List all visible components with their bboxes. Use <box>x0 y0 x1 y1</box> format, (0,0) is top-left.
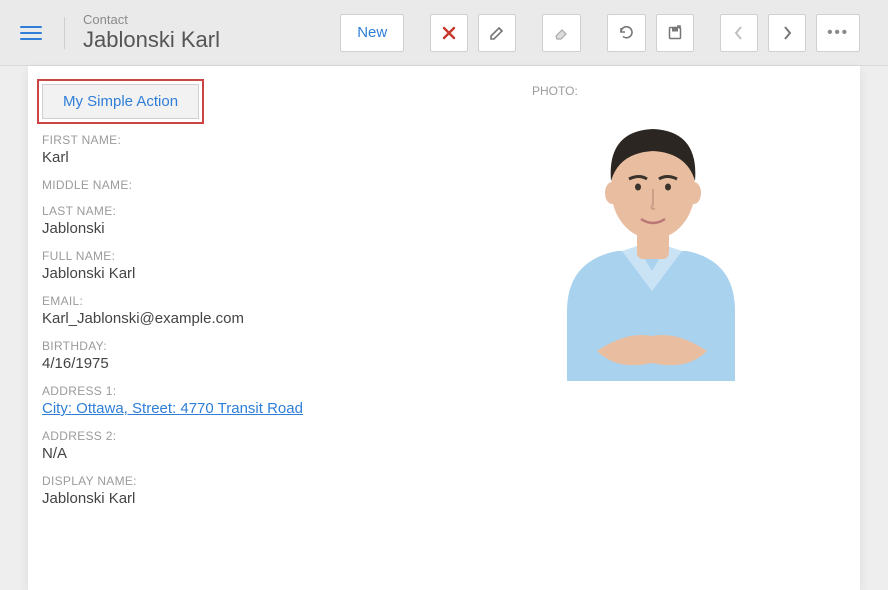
fields-column: My Simple Action FIRST NAME: Karl MIDDLE… <box>42 84 532 519</box>
field-value: Karl <box>42 149 518 166</box>
refresh-button[interactable] <box>607 14 646 52</box>
toolbar: New <box>340 14 860 52</box>
prev-record-button[interactable] <box>720 14 758 52</box>
more-actions-button[interactable]: ••• <box>816 14 860 52</box>
chevron-right-icon <box>780 25 794 41</box>
erase-button[interactable] <box>542 14 581 52</box>
field-label: BIRTHDAY: <box>42 339 518 353</box>
photo-column: PHOTO: <box>532 84 846 519</box>
field-birthday: BIRTHDAY: 4/16/1975 <box>42 339 518 372</box>
field-label: MIDDLE NAME: <box>42 178 518 192</box>
header-toolbar: Contact Jablonski Karl New <box>0 0 888 66</box>
field-value: Jablonski Karl <box>42 490 518 507</box>
field-label: LAST NAME: <box>42 204 518 218</box>
page-title-block: Contact Jablonski Karl <box>83 13 220 51</box>
avatar <box>537 101 767 384</box>
field-display-name: DISPLAY NAME: Jablonski Karl <box>42 474 518 507</box>
field-value: N/A <box>42 445 518 462</box>
eraser-icon <box>553 24 570 41</box>
ellipsis-icon: ••• <box>827 24 849 41</box>
field-full-name: FULL NAME: Jablonski Karl <box>42 249 518 282</box>
field-first-name: FIRST NAME: Karl <box>42 133 518 166</box>
field-label: FULL NAME: <box>42 249 518 263</box>
field-label: DISPLAY NAME: <box>42 474 518 488</box>
field-last-name: LAST NAME: Jablonski <box>42 204 518 237</box>
save-icon <box>667 25 683 41</box>
field-label: FIRST NAME: <box>42 133 518 147</box>
chevron-left-icon <box>732 25 746 41</box>
my-simple-action-button[interactable]: My Simple Action <box>42 84 199 119</box>
photo-label: PHOTO: <box>532 84 846 98</box>
field-value: Jablonski <box>42 220 518 237</box>
pencil-icon <box>489 25 505 41</box>
next-record-button[interactable] <box>768 14 806 52</box>
page-title: Jablonski Karl <box>83 28 220 52</box>
field-label: ADDRESS 1: <box>42 384 518 398</box>
field-email: EMAIL: Karl_Jablonski@example.com <box>42 294 518 327</box>
field-address1: ADDRESS 1: City: Ottawa, Street: 4770 Tr… <box>42 384 518 417</box>
field-label: EMAIL: <box>42 294 518 308</box>
field-value-link[interactable]: City: Ottawa, Street: 4770 Transit Road <box>42 400 518 417</box>
contact-photo <box>532 102 772 382</box>
field-label: ADDRESS 2: <box>42 429 518 443</box>
refresh-icon <box>618 24 635 41</box>
field-value: Karl_Jablonski@example.com <box>42 310 518 327</box>
delete-button[interactable] <box>430 14 468 52</box>
detail-card: My Simple Action FIRST NAME: Karl MIDDLE… <box>28 66 860 590</box>
field-address2: ADDRESS 2: N/A <box>42 429 518 462</box>
field-value: 4/16/1975 <box>42 355 518 372</box>
save-button[interactable] <box>656 14 694 52</box>
new-button[interactable]: New <box>340 14 404 52</box>
field-middle-name: MIDDLE NAME: <box>42 178 518 192</box>
divider <box>64 17 65 49</box>
field-value: Jablonski Karl <box>42 265 518 282</box>
edit-button[interactable] <box>478 14 516 52</box>
hamburger-menu-icon[interactable] <box>20 26 42 40</box>
close-icon <box>441 25 457 41</box>
breadcrumb: Contact <box>83 13 220 27</box>
